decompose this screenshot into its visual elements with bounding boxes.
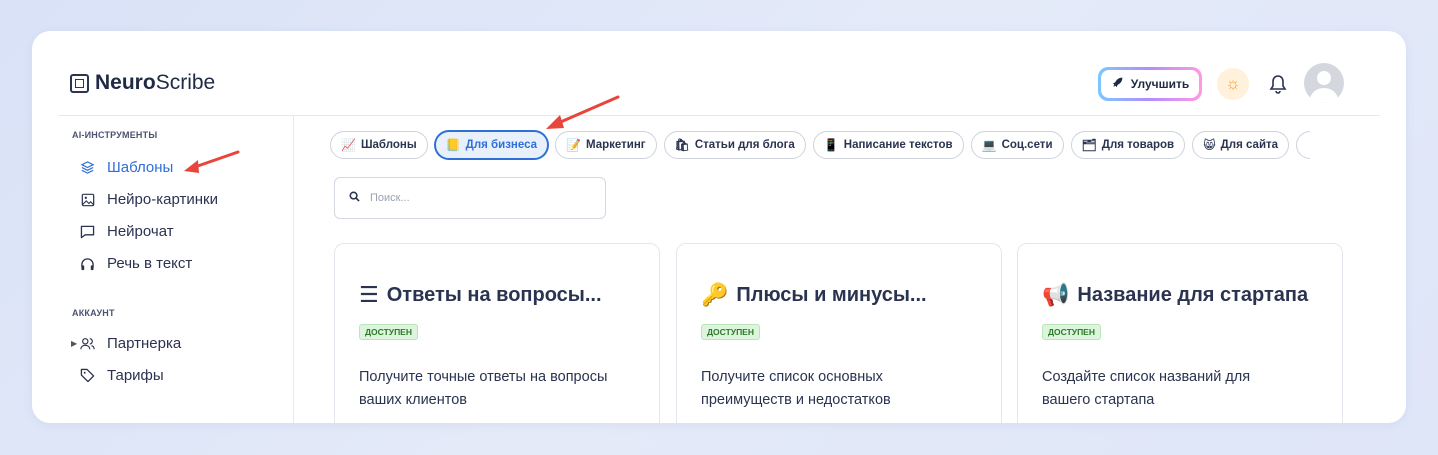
tab-label: Для сайта	[1220, 139, 1279, 151]
section-account: АККАУНТ	[72, 308, 115, 318]
tab-blog-articles[interactable]: 🛍 Статьи для блога	[663, 131, 806, 159]
template-card-startup-name[interactable]: 📢 Название для стартапа ДОСТУПЕН Создайт…	[1017, 243, 1343, 423]
bell-icon[interactable]	[1263, 69, 1293, 99]
sun-icon[interactable]: ☼	[1217, 68, 1249, 100]
template-card-pros-cons[interactable]: 🔑 Плюсы и минусы... ДОСТУПЕН Получите сп…	[676, 243, 1002, 423]
phone-icon: 📱	[823, 138, 839, 152]
header-divider	[58, 115, 1380, 116]
tab-label: Маркетинг	[586, 139, 646, 151]
users-icon	[80, 336, 95, 351]
status-badge: ДОСТУПЕН	[359, 324, 418, 340]
search-icon	[349, 189, 360, 207]
sidebar-item-neuro-images[interactable]: Нейро-картинки	[80, 191, 218, 208]
megaphone-icon: 📢	[1042, 282, 1070, 307]
logo-light: Scribe	[155, 71, 216, 94]
upgrade-button-frame: Улучшить	[1098, 67, 1202, 101]
sidebar-item-label: Тарифы	[107, 367, 164, 384]
search-box	[334, 177, 606, 219]
card-title-text: Название для стартапа	[1077, 283, 1309, 306]
sidebar-item-speech-to-text[interactable]: Речь в текст	[80, 255, 192, 272]
app-window: NeuroScribe Улучшить ☼ AI-ИНСТРУМЕНТЫ Ша…	[32, 31, 1406, 423]
sidebar-divider	[293, 115, 294, 423]
header: NeuroScribe Улучшить ☼	[32, 31, 1406, 115]
upgrade-label: Улучшить	[1130, 77, 1190, 91]
tab-products[interactable]: 🗂 Для товаров	[1070, 131, 1186, 159]
sidebar-item-label: Речь в текст	[107, 255, 193, 272]
section-ai-tools: AI-ИНСТРУМЕНТЫ	[72, 130, 158, 140]
card-title-text: Плюсы и минусы...	[736, 283, 927, 306]
card-description: Получите список основных преимуществ и н…	[701, 369, 891, 408]
template-card-answers[interactable]: ☰ Ответы на вопросы... ДОСТУПЕН Получите…	[334, 243, 660, 423]
tab-overflow[interactable]	[1296, 131, 1311, 159]
sidebar-item-tariffs[interactable]: Тарифы	[80, 367, 164, 384]
card-title: 🔑 Плюсы и минусы...	[701, 282, 927, 308]
category-tabs: 📈 Шаблоны 📒 Для бизнеса 📝 Маркетинг 🛍 Статьи…	[330, 131, 1311, 159]
card-index-icon: 🗂	[1081, 138, 1097, 152]
card-title: ☰ Ответы на вопросы...	[359, 282, 602, 308]
cat-icon: 😸	[1203, 138, 1216, 152]
tab-business[interactable]: 📒 Для бизнеса	[434, 131, 549, 159]
sidebar-item-label: Нейрочат	[107, 223, 174, 240]
image-icon	[80, 192, 95, 207]
notebook-icon: 📒	[445, 138, 461, 152]
headphones-icon	[80, 256, 95, 271]
avatar[interactable]	[1304, 63, 1344, 103]
logo-icon	[70, 73, 89, 93]
tab-social[interactable]: 💻 Соц.сети	[970, 131, 1064, 159]
tab-label: Шаблоны	[360, 139, 417, 151]
list-icon: ☰	[359, 282, 379, 307]
rocket-icon	[1111, 76, 1124, 92]
sidebar-item-templates[interactable]: Шаблоны	[80, 159, 173, 176]
tab-templates[interactable]: 📈 Шаблоны	[330, 131, 428, 159]
sidebar-item-neurochat[interactable]: Нейрочат	[80, 223, 174, 240]
logo-bold: Neuro	[95, 71, 156, 94]
chat-icon	[80, 224, 95, 239]
tab-label: Соц.сети	[1001, 139, 1053, 151]
tab-label: Для товаров	[1101, 139, 1175, 151]
logo[interactable]: NeuroScribe	[70, 71, 215, 95]
search-input[interactable]	[370, 192, 570, 204]
tab-label: Статьи для блога	[694, 139, 795, 151]
caret-right-icon[interactable]: ▶	[71, 339, 77, 348]
layers-icon	[80, 160, 95, 175]
card-title-text: Ответы на вопросы...	[386, 283, 602, 306]
tab-label: Написание текстов	[843, 139, 953, 151]
card-description: Получите точные ответы на вопросы ваших …	[359, 369, 608, 408]
tab-label: Для бизнеса	[465, 139, 538, 151]
upgrade-button[interactable]: Улучшить	[1101, 70, 1199, 98]
memo-icon: 📝	[566, 138, 581, 152]
status-badge: ДОСТУПЕН	[1042, 324, 1101, 340]
card-description: Создайте список названий для вашего стар…	[1042, 369, 1251, 408]
sidebar-item-label: Партнерка	[107, 335, 182, 352]
chart-icon: 📈	[341, 138, 356, 152]
key-icon: 🔑	[701, 282, 729, 307]
sidebar-item-label: Нейро-картинки	[107, 191, 218, 208]
card-title: 📢 Название для стартапа	[1042, 282, 1308, 308]
tab-marketing[interactable]: 📝 Маркетинг	[555, 131, 657, 159]
status-badge: ДОСТУПЕН	[701, 324, 760, 340]
tab-copywriting[interactable]: 📱 Написание текстов	[812, 131, 964, 159]
sidebar-item-label: Шаблоны	[107, 159, 174, 176]
annotation-arrow-sidebar	[184, 150, 240, 173]
sidebar-item-partner[interactable]: ▶ Партнерка	[71, 335, 182, 352]
shopping-bags-icon: 🛍	[674, 138, 690, 152]
tab-website[interactable]: 😸 Для сайта	[1192, 131, 1290, 159]
tag-icon	[80, 368, 95, 383]
laptop-icon: 💻	[981, 138, 997, 152]
